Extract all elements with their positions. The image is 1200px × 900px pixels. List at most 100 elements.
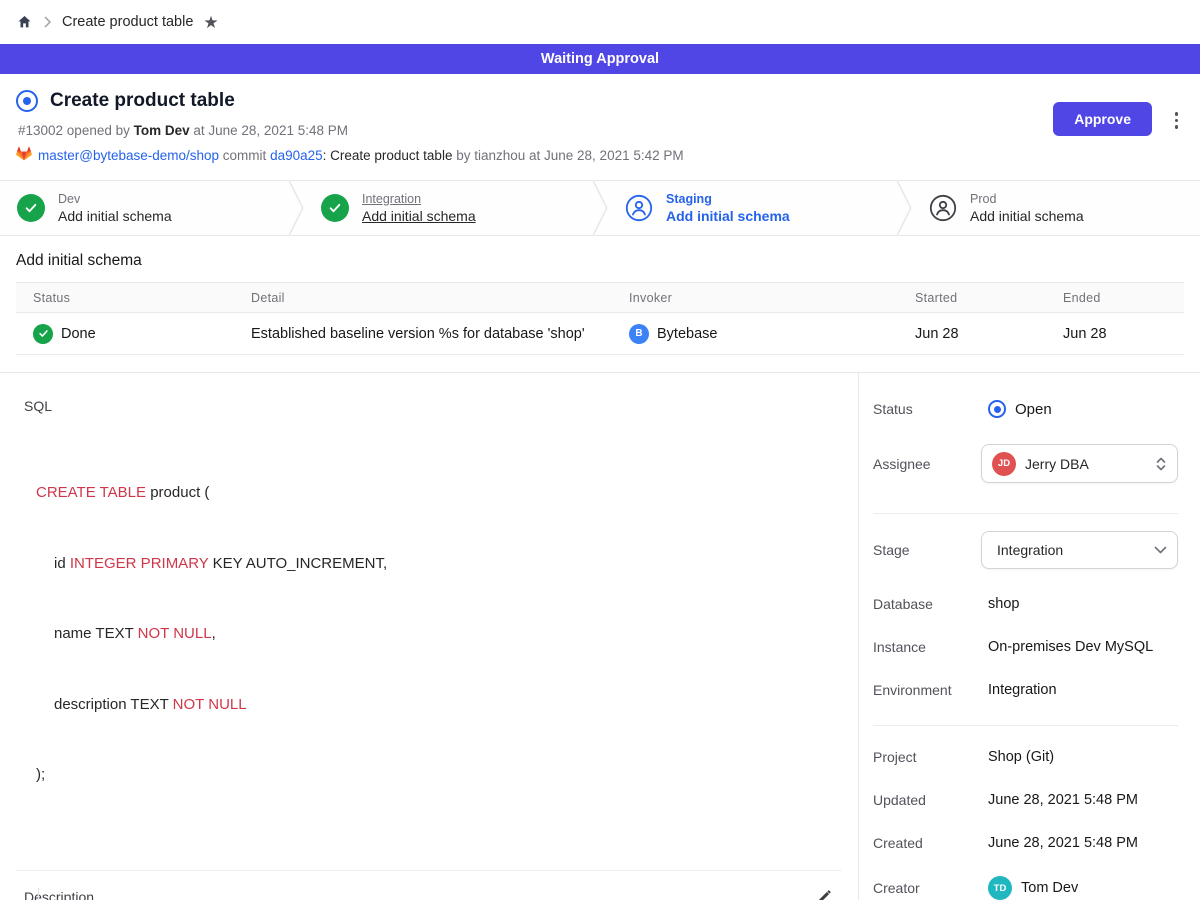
person-circle-icon: [929, 194, 957, 222]
stage-value: Integration: [992, 542, 1145, 558]
stage-env-label: Staging: [666, 191, 790, 207]
page-title: Create product table: [50, 90, 235, 112]
breadcrumb-current: Create product table: [62, 14, 193, 30]
updown-chevron-icon: [1155, 456, 1167, 472]
creator-avatar: TD: [988, 876, 1012, 900]
task-invoker: Bytebase: [657, 326, 717, 342]
project-label: Project: [873, 749, 981, 765]
updated-row: Updated June 28, 2021 5:48 PM: [873, 790, 1178, 810]
status-banner-text: Waiting Approval: [541, 51, 659, 67]
activity-timeline-line: [38, 888, 39, 900]
status-value: Open: [1015, 401, 1052, 418]
issue-meta: #13002 opened by Tom Dev at June 28, 202…: [18, 123, 1184, 138]
creator-row: Creator TD Tom Dev: [873, 874, 1178, 900]
instance-row: Instance On-premises Dev MySQL: [873, 637, 1178, 657]
star-icon[interactable]: ★: [203, 14, 218, 31]
instance-label: Instance: [873, 639, 981, 655]
creator-label: Creator: [873, 880, 981, 896]
sql-line: name TEXT NOT NULL,: [36, 622, 858, 646]
task-table-header: Status Detail Invoker Started Ended: [16, 283, 1184, 313]
stage-integration[interactable]: Integration Add initial schema: [304, 181, 592, 235]
issue-sidebar: Status Open Assignee JD Jerry DBA Stage: [858, 373, 1200, 900]
col-started: Started: [898, 291, 1046, 305]
main-content: SQL CREATE TABLE product ( id INTEGER PR…: [0, 372, 1200, 900]
database-label: Database: [873, 596, 981, 612]
sql-code: CREATE TABLE product ( id INTEGER PRIMAR…: [36, 434, 858, 834]
breadcrumb: Create product table ★: [0, 0, 1200, 44]
col-detail: Detail: [234, 291, 612, 305]
created-value: June 28, 2021 5:48 PM: [981, 835, 1138, 851]
stage-env-label[interactable]: Integration: [362, 191, 476, 207]
task-status: Done: [61, 326, 96, 342]
assignee-row: Assignee JD Jerry DBA: [873, 444, 1178, 483]
home-icon[interactable]: [16, 14, 33, 30]
sql-line: CREATE TABLE product (: [36, 481, 858, 505]
sql-line: );: [36, 763, 858, 787]
col-ended: Ended: [1046, 291, 1184, 305]
issue-page: Create product table ★ Waiting Approval …: [0, 0, 1200, 900]
left-panel: SQL CREATE TABLE product ( id INTEGER PR…: [0, 373, 858, 900]
bytebase-avatar: B: [629, 324, 649, 344]
stage-staging[interactable]: Staging Add initial schema: [608, 181, 896, 235]
status-label: Status: [873, 401, 981, 417]
divider: [873, 725, 1178, 726]
sql-line: description TEXT NOT NULL: [36, 693, 858, 717]
stage-env-label: Dev: [58, 191, 172, 207]
sql-line: id INTEGER PRIMARY KEY AUTO_INCREMENT,: [36, 552, 858, 576]
commit-line: master@bytebase-demo/shop commit da90a25…: [16, 146, 1184, 164]
creator-value: Tom Dev: [1021, 880, 1078, 896]
commit-message: : Create product table: [323, 148, 453, 163]
project-row: Project Shop (Git): [873, 747, 1178, 767]
project-value: Shop (Git): [981, 749, 1054, 765]
stage-env-label: Prod: [970, 191, 1084, 207]
description-label: Description: [24, 889, 94, 900]
commit-sha-link[interactable]: da90a25: [270, 148, 323, 163]
chevron-right-icon: [43, 16, 52, 28]
database-value: shop: [981, 596, 1019, 612]
stage-prod: Prod Add initial schema: [912, 181, 1200, 235]
stage-label: Stage: [873, 542, 981, 558]
updated-label: Updated: [873, 792, 981, 808]
stage-task-label: Add initial schema: [970, 207, 1084, 225]
assignee-select[interactable]: JD Jerry DBA: [981, 444, 1178, 483]
table-row: Done Established baseline version %s for…: [16, 313, 1184, 355]
task-ended: Jun 28: [1046, 326, 1184, 342]
commit-word: commit: [219, 148, 270, 163]
stage-dev: Dev Add initial schema: [0, 181, 288, 235]
environment-label: Environment: [873, 682, 981, 698]
assignee-value: Jerry DBA: [1025, 456, 1146, 472]
check-circle-icon: [321, 194, 349, 222]
status-row: Status Open: [873, 399, 1178, 419]
environment-value: Integration: [981, 682, 1057, 698]
divider: [16, 870, 842, 871]
done-check-icon: [33, 324, 53, 344]
environment-row: Environment Integration: [873, 680, 1178, 700]
stage-task-label[interactable]: Add initial schema: [362, 207, 476, 225]
assignee-label: Assignee: [873, 456, 981, 472]
database-row: Database shop: [873, 594, 1178, 614]
updated-value: June 28, 2021 5:48 PM: [981, 792, 1138, 808]
branch-repo-link[interactable]: master@bytebase-demo/shop: [38, 148, 219, 163]
issue-open-icon: [16, 90, 38, 112]
stage-separator: [592, 181, 608, 235]
open-status-icon: [988, 400, 1006, 418]
stage-task-label[interactable]: Add initial schema: [666, 207, 790, 225]
approve-button[interactable]: Approve: [1053, 102, 1152, 136]
edit-pencil-icon[interactable]: [814, 887, 834, 900]
task-table: Status Detail Invoker Started Ended Done…: [16, 282, 1184, 355]
stage-row: Stage Integration: [873, 531, 1178, 569]
assignee-avatar: JD: [992, 452, 1016, 476]
person-circle-icon: [625, 194, 653, 222]
col-invoker: Invoker: [612, 291, 898, 305]
task-heading: Add initial schema: [16, 252, 1184, 270]
task-detail: Established baseline version %s for data…: [234, 326, 612, 342]
more-actions-icon[interactable]: [1173, 110, 1181, 131]
issue-author: Tom Dev: [134, 123, 190, 138]
stage-select[interactable]: Integration: [981, 531, 1178, 569]
task-section: Add initial schema Status Detail Invoker…: [0, 236, 1200, 355]
stage-separator: [896, 181, 912, 235]
created-row: Created June 28, 2021 5:48 PM: [873, 833, 1178, 853]
stage-separator: [288, 181, 304, 235]
chevron-down-icon: [1154, 546, 1167, 554]
check-circle-icon: [17, 194, 45, 222]
